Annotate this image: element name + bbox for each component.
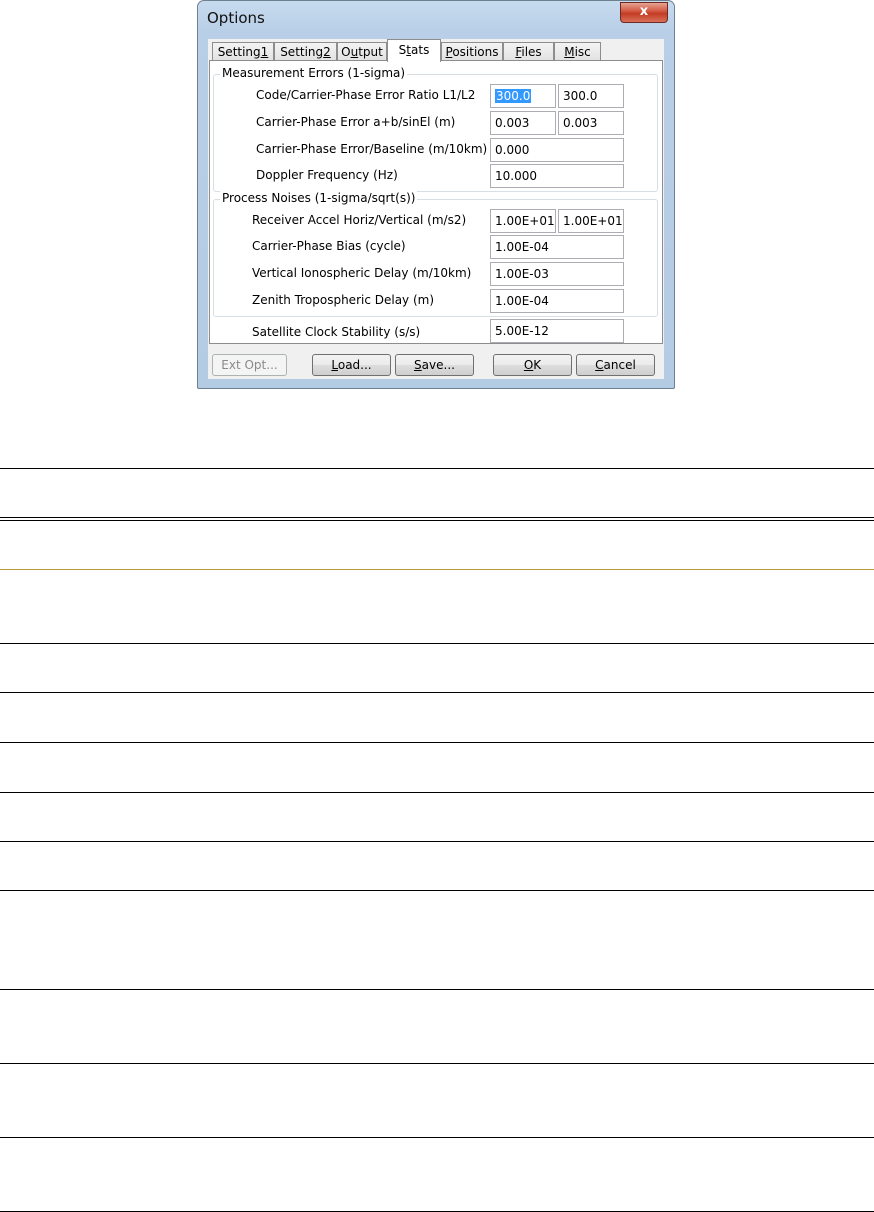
options-panel: Setting1 Setting2 Output Stats Positions… <box>208 39 664 379</box>
satellite-clock-field[interactable]: 5.00E-12 <box>490 319 624 343</box>
ext-opt-button[interactable]: Ext Opt... <box>212 354 287 376</box>
table-rule <box>0 692 874 693</box>
code-carrier-ratio-l1-field[interactable]: 300.0 <box>490 84 556 108</box>
zenith-tropo-delay-label: Zenith Tropospheric Delay (m) <box>252 293 435 307</box>
save-button[interactable]: Save... <box>395 354 474 376</box>
table-rule <box>0 520 874 521</box>
table-rule <box>0 569 874 570</box>
tab-setting2[interactable]: Setting2 <box>274 42 337 60</box>
tab-stats[interactable]: Stats <box>387 39 441 62</box>
table-rule <box>0 1137 874 1138</box>
doppler-frequency-field[interactable]: 10.000 <box>490 164 624 188</box>
carrier-phase-bias-label: Carrier-Phase Bias (cycle) <box>252 239 406 253</box>
table-rule <box>0 890 874 891</box>
measurement-errors-title: Measurement Errors (1-sigma) <box>220 66 408 80</box>
carrier-phase-baseline-label: Carrier-Phase Error/Baseline (m/10km) <box>256 142 488 156</box>
close-icon: x <box>639 4 649 19</box>
table-rule <box>0 841 874 842</box>
vertical-iono-delay-field[interactable]: 1.00E-03 <box>490 262 624 286</box>
tab-setting1[interactable]: Setting1 <box>212 42 274 60</box>
tab-files[interactable]: Files <box>503 42 554 60</box>
table-rule <box>0 1063 874 1064</box>
code-carrier-ratio-l2-field[interactable]: 300.0 <box>558 84 624 108</box>
receiver-accel-label: Receiver Accel Horiz/Vertical (m/s2) <box>252 213 467 227</box>
carrier-phase-error-b-field[interactable]: 0.003 <box>558 111 624 135</box>
dialog-title: Options <box>207 9 265 27</box>
table-rule <box>0 468 874 469</box>
receiver-accel-vertical-field[interactable]: 1.00E+01 <box>558 209 624 233</box>
stats-page: Measurement Errors (1-sigma) Process Noi… <box>209 60 663 344</box>
table-rule <box>0 792 874 793</box>
options-dialog: Options x Setting1 Setting2 Output Stats… <box>197 0 675 389</box>
cancel-button[interactable]: Cancel <box>576 354 655 376</box>
tab-output[interactable]: Output <box>337 42 387 60</box>
zenith-tropo-delay-field[interactable]: 1.00E-04 <box>490 289 624 313</box>
tab-misc[interactable]: Misc <box>554 42 601 60</box>
table-rule <box>0 517 874 518</box>
table-rule <box>0 989 874 990</box>
satellite-clock-label: Satellite Clock Stability (s/s) <box>252 325 421 339</box>
ok-button[interactable]: OK <box>493 354 572 376</box>
tab-positions[interactable]: Positions <box>441 42 503 60</box>
carrier-phase-baseline-field[interactable]: 0.000 <box>490 138 624 162</box>
carrier-phase-bias-field[interactable]: 1.00E-04 <box>490 235 624 259</box>
process-noises-title: Process Noises (1-sigma/sqrt(s)) <box>220 191 418 205</box>
doppler-frequency-label: Doppler Frequency (Hz) <box>256 168 398 182</box>
load-button[interactable]: Load... <box>312 354 391 376</box>
carrier-phase-error-label: Carrier-Phase Error a+b/sinEl (m) <box>256 115 456 129</box>
code-carrier-ratio-label: Code/Carrier-Phase Error Ratio L1/L2 <box>256 88 476 102</box>
receiver-accel-horiz-field[interactable]: 1.00E+01 <box>490 209 556 233</box>
table-rule <box>0 742 874 743</box>
close-button[interactable]: x <box>620 2 668 23</box>
table-rule <box>0 643 874 644</box>
carrier-phase-error-a-field[interactable]: 0.003 <box>490 111 556 135</box>
vertical-iono-delay-label: Vertical Ionospheric Delay (m/10km) <box>252 266 472 280</box>
